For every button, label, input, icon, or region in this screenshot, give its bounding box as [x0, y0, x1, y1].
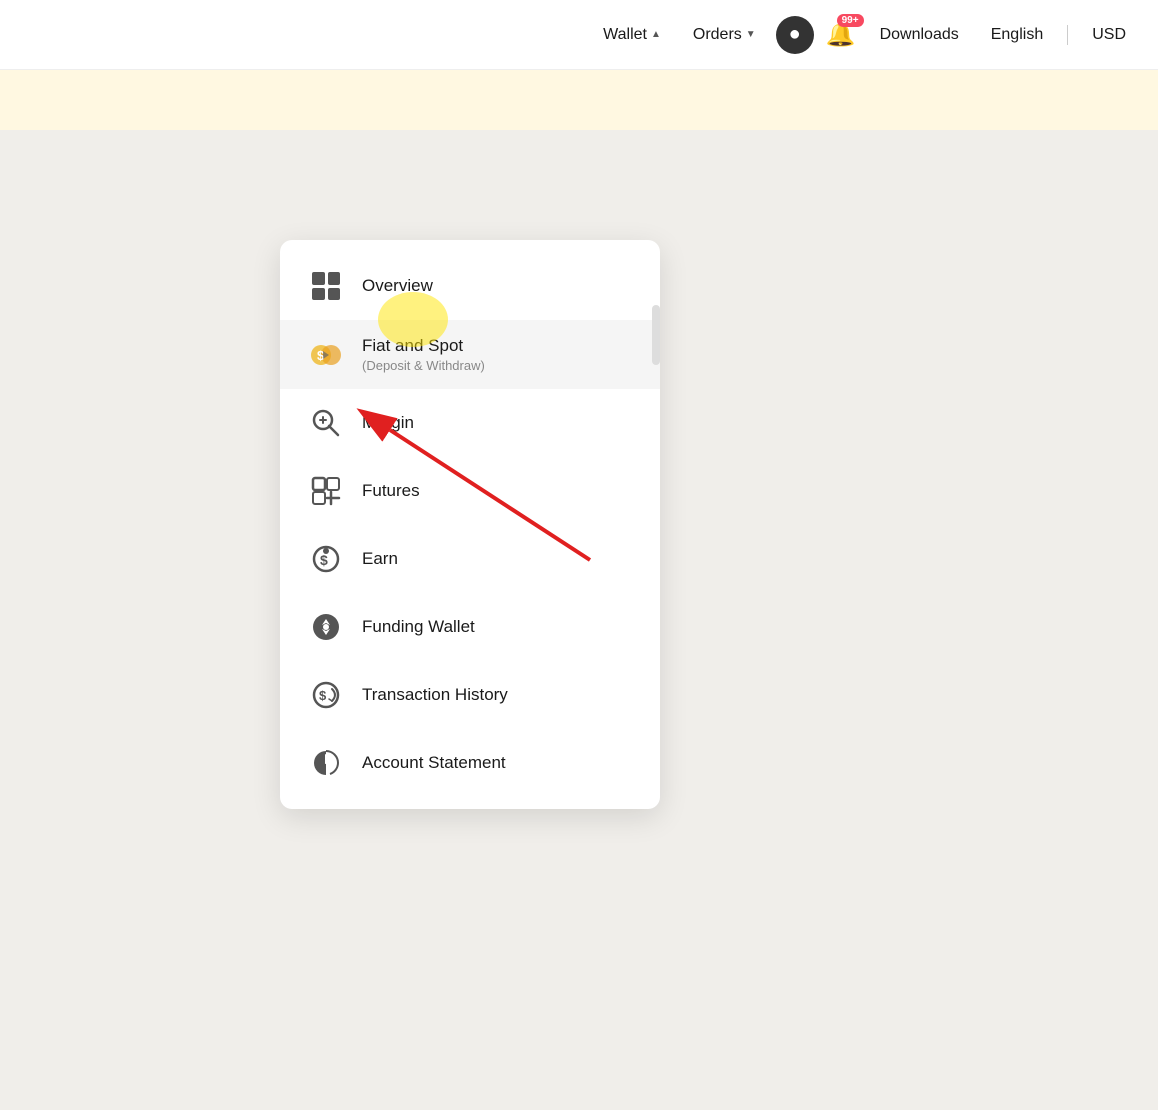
- margin-icon: [308, 405, 344, 441]
- orders-chevron-down-icon: ▼: [746, 29, 756, 40]
- fiat-spot-sublabel: (Deposit & Withdraw): [362, 358, 485, 373]
- earn-text: Earn: [362, 549, 398, 569]
- earn-label: Earn: [362, 549, 398, 569]
- wallet-chevron-up-icon: ▲: [651, 29, 661, 40]
- language-nav[interactable]: English: [979, 18, 1055, 52]
- english-label: English: [991, 26, 1043, 44]
- overview-icon: [308, 268, 344, 304]
- profile-person-icon: ●: [789, 23, 801, 46]
- profile-icon[interactable]: ●: [776, 16, 814, 54]
- main-content: Overview $ Fiat and Spot (Deposit & With…: [0, 130, 1158, 1110]
- fiat-spot-text: Fiat and Spot (Deposit & Withdraw): [362, 336, 485, 373]
- account-statement-label: Account Statement: [362, 753, 506, 773]
- menu-item-overview[interactable]: Overview: [280, 252, 660, 320]
- orders-nav[interactable]: Orders ▼: [681, 18, 768, 52]
- menu-item-fiat-spot[interactable]: $ Fiat and Spot (Deposit & Withdraw): [280, 320, 660, 389]
- wallet-nav[interactable]: Wallet ▲: [591, 18, 673, 52]
- menu-item-account-statement[interactable]: Account Statement: [280, 729, 660, 797]
- menu-item-futures[interactable]: Futures: [280, 457, 660, 525]
- menu-item-funding-wallet[interactable]: Funding Wallet: [280, 593, 660, 661]
- account-statement-icon: [308, 745, 344, 781]
- svg-text:$: $: [319, 688, 327, 703]
- transaction-history-label: Transaction History: [362, 685, 508, 705]
- menu-item-transaction-history[interactable]: $ Transaction History: [280, 661, 660, 729]
- downloads-nav[interactable]: Downloads: [868, 18, 971, 52]
- currency-nav[interactable]: USD: [1080, 18, 1138, 52]
- funding-wallet-icon: [308, 609, 344, 645]
- notification-badge: 99+: [837, 14, 864, 27]
- dropdown-scrollbar[interactable]: [652, 305, 660, 365]
- downloads-label: Downloads: [880, 26, 959, 44]
- funding-wallet-label: Funding Wallet: [362, 617, 475, 637]
- menu-item-earn[interactable]: $ Earn: [280, 525, 660, 593]
- usd-label: USD: [1092, 26, 1126, 44]
- fiat-spot-icon: $: [308, 337, 344, 373]
- margin-label: Margin: [362, 413, 414, 433]
- overview-text: Overview: [362, 276, 433, 296]
- nav-divider: [1067, 25, 1068, 45]
- header: Wallet ▲ Orders ▼ ● 🔔 99+ Downloads Engl…: [0, 0, 1158, 70]
- wallet-label: Wallet: [603, 26, 647, 44]
- margin-text: Margin: [362, 413, 414, 433]
- overview-label: Overview: [362, 276, 433, 296]
- svg-text:$: $: [320, 552, 328, 568]
- wallet-dropdown-menu: Overview $ Fiat and Spot (Deposit & With…: [280, 240, 660, 809]
- fiat-spot-label: Fiat and Spot: [362, 336, 485, 356]
- funding-wallet-text: Funding Wallet: [362, 617, 475, 637]
- menu-item-margin[interactable]: Margin: [280, 389, 660, 457]
- orders-label: Orders: [693, 26, 742, 44]
- account-statement-text: Account Statement: [362, 753, 506, 773]
- futures-icon: [308, 473, 344, 509]
- transaction-history-icon: $: [308, 677, 344, 713]
- header-nav: Wallet ▲ Orders ▼ ● 🔔 99+ Downloads Engl…: [591, 16, 1138, 54]
- notifications-bell[interactable]: 🔔 99+: [822, 16, 860, 53]
- yellow-banner: [0, 70, 1158, 130]
- earn-icon: $: [308, 541, 344, 577]
- transaction-history-text: Transaction History: [362, 685, 508, 705]
- futures-text: Futures: [362, 481, 420, 501]
- futures-label: Futures: [362, 481, 420, 501]
